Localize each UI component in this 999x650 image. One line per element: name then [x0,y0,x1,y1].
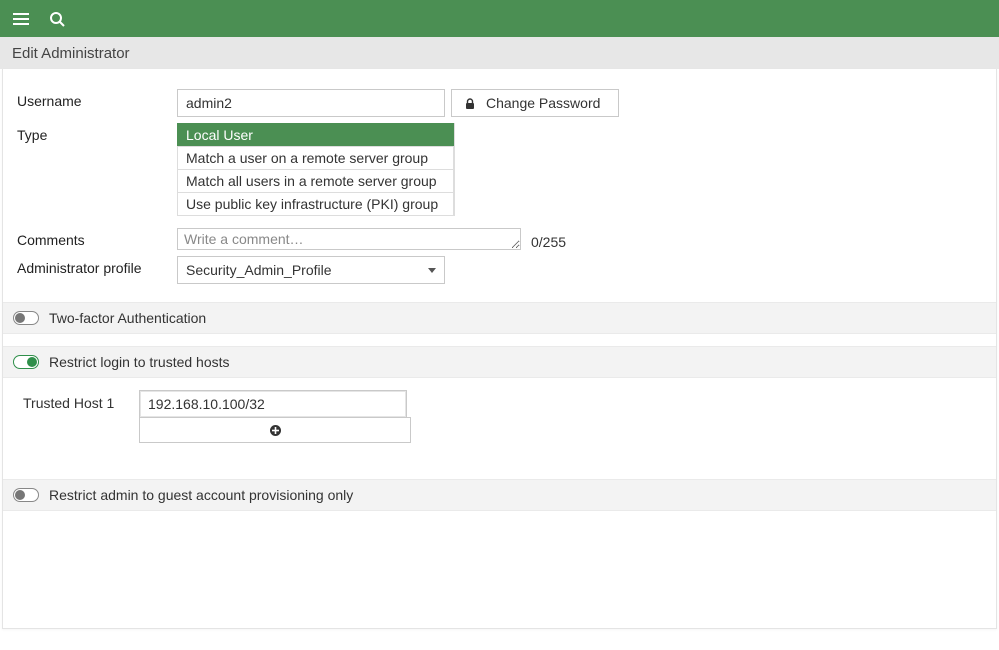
restrict-guest-toggle[interactable] [13,488,39,502]
two-factor-toggle[interactable] [13,311,39,325]
section-restrict-guest: Restrict admin to guest account provisio… [3,479,996,511]
trusted-hosts-body: Trusted Host 1 [17,378,982,459]
restrict-guest-label: Restrict admin to guest account provisio… [49,487,353,503]
topbar [0,0,999,37]
row-type: Type Local User Match a user on a remote… [17,123,982,216]
page-title-bar: Edit Administrator [0,37,999,69]
two-factor-label: Two-factor Authentication [49,310,206,326]
chevron-down-icon [428,268,436,273]
hamburger-icon[interactable] [12,10,30,28]
type-options: Local User Match a user on a remote serv… [177,123,455,216]
edit-admin-form: Username Change Password Type Local User… [2,69,997,629]
change-password-label: Change Password [486,95,600,111]
lock-icon [464,97,476,109]
plus-icon [269,424,282,437]
comments-label: Comments [17,228,177,248]
type-option-remote-all[interactable]: Match all users in a remote server group [177,169,454,192]
username-input[interactable] [177,89,445,117]
add-trusted-host-button[interactable] [139,417,411,443]
trusted-host-1-input[interactable] [139,390,407,418]
type-option-pki-group[interactable]: Use public key infrastructure (PKI) grou… [177,192,454,216]
trusted-hosts-toggle[interactable] [13,355,39,369]
row-comments: Comments 0/255 [17,228,982,250]
search-icon[interactable] [48,10,66,28]
profile-value: Security_Admin_Profile [186,262,332,278]
type-label: Type [17,123,177,143]
profile-select[interactable]: Security_Admin_Profile [177,256,445,284]
type-option-remote-user[interactable]: Match a user on a remote server group [177,146,454,169]
section-trusted-hosts: Restrict login to trusted hosts [3,346,996,378]
profile-label: Administrator profile [17,256,177,276]
row-username: Username Change Password [17,89,982,117]
comments-counter: 0/255 [527,228,566,250]
row-profile: Administrator profile Security_Admin_Pro… [17,256,982,284]
page-title: Edit Administrator [12,45,130,62]
comments-input[interactable] [177,228,521,250]
trusted-host-1-label: Trusted Host 1 [23,390,125,411]
trusted-hosts-label: Restrict login to trusted hosts [49,354,230,370]
username-label: Username [17,89,177,109]
section-two-factor: Two-factor Authentication [3,302,996,334]
type-option-local-user[interactable]: Local User [177,123,454,146]
change-password-button[interactable]: Change Password [451,89,619,117]
